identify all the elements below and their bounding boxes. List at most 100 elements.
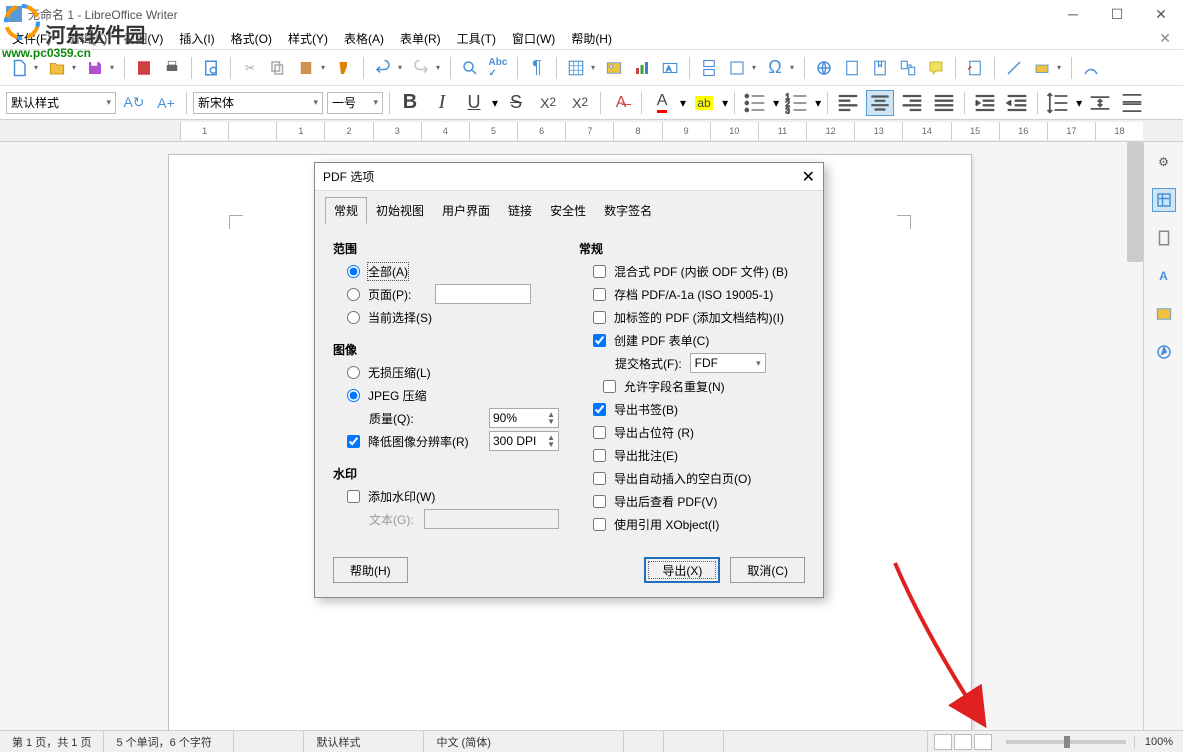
status-page[interactable]: 第 1 页，共 1 页	[0, 731, 104, 752]
range-all-radio[interactable]	[347, 265, 360, 278]
paste-icon[interactable]	[293, 55, 319, 81]
hyperlink-icon[interactable]	[811, 55, 837, 81]
menu-window[interactable]: 窗口(W)	[506, 28, 561, 49]
clear-format-button[interactable]: A̶	[607, 90, 635, 116]
insert-table-icon[interactable]	[563, 55, 589, 81]
range-pages-radio[interactable]	[347, 288, 360, 301]
print-preview-icon[interactable]	[198, 55, 224, 81]
status-words[interactable]: 5 个单词，6 个字符	[104, 731, 234, 752]
menu-insert[interactable]: 插入(I)	[173, 28, 220, 49]
strikethrough-button[interactable]: S	[502, 90, 530, 116]
sidebar-settings-icon[interactable]: ⚙	[1152, 150, 1176, 174]
clone-format-icon[interactable]	[331, 55, 357, 81]
dialog-titlebar[interactable]: PDF 选项 ✕	[315, 163, 823, 191]
tab-signature[interactable]: 数字签名	[595, 197, 661, 224]
close-window-button[interactable]: ✕	[1139, 0, 1183, 28]
status-language[interactable]: 中文 (简体)	[424, 731, 624, 752]
tab-links[interactable]: 链接	[499, 197, 541, 224]
close-icon[interactable]: ✕	[802, 167, 815, 187]
sidebar-page-icon[interactable]	[1152, 226, 1176, 250]
help-button[interactable]: 帮助(H)	[333, 557, 408, 583]
hybrid-checkbox[interactable]	[593, 265, 606, 278]
subscript-button[interactable]: X2	[566, 90, 594, 116]
redo-icon[interactable]	[408, 55, 434, 81]
print-icon[interactable]	[159, 55, 185, 81]
sidebar-styles-icon[interactable]: A	[1152, 264, 1176, 288]
vertical-scrollbar[interactable]	[1127, 142, 1143, 262]
cancel-button[interactable]: 取消(C)	[730, 557, 805, 583]
line-spacing-button[interactable]	[1044, 90, 1072, 116]
comments-checkbox[interactable]	[593, 449, 606, 462]
footnote-icon[interactable]	[839, 55, 865, 81]
range-selection-radio[interactable]	[347, 311, 360, 324]
reduce-res-checkbox[interactable]	[347, 435, 360, 448]
font-size-select[interactable]: 一号▾	[327, 92, 383, 114]
cut-icon[interactable]: ✂	[237, 55, 263, 81]
copy-icon[interactable]	[265, 55, 291, 81]
comment-icon[interactable]	[923, 55, 949, 81]
numbering-button[interactable]: 123	[783, 90, 811, 116]
forms-checkbox[interactable]	[593, 334, 606, 347]
insert-textbox-icon[interactable]: A	[657, 55, 683, 81]
draw-icon[interactable]	[1078, 55, 1104, 81]
formatting-marks-icon[interactable]: ¶	[524, 55, 550, 81]
zoom-slider[interactable]	[1006, 740, 1126, 744]
export-pdf-icon[interactable]	[131, 55, 157, 81]
cross-ref-icon[interactable]	[895, 55, 921, 81]
maximize-button[interactable]: ☐	[1095, 0, 1139, 28]
font-color-button[interactable]: A	[648, 90, 676, 116]
status-selection[interactable]	[664, 731, 724, 752]
horizontal-ruler[interactable]: 1123456789101112131415161718	[0, 120, 1183, 142]
close-document-button[interactable]: ✕	[1153, 28, 1177, 49]
insert-chart-icon[interactable]	[629, 55, 655, 81]
decrease-indent-button[interactable]	[1003, 90, 1031, 116]
align-center-button[interactable]	[866, 90, 894, 116]
dpi-spinner[interactable]: 300 DPI▲▼	[489, 431, 559, 451]
align-justify-button[interactable]	[930, 90, 958, 116]
lossless-radio[interactable]	[347, 366, 360, 379]
update-style-icon[interactable]: A↻	[120, 90, 148, 116]
minimize-button[interactable]: ─	[1051, 0, 1095, 28]
undo-icon[interactable]	[370, 55, 396, 81]
tab-general[interactable]: 常规	[325, 197, 367, 224]
para-spacing-inc-button[interactable]	[1086, 90, 1114, 116]
bullets-button[interactable]	[741, 90, 769, 116]
xobject-checkbox[interactable]	[593, 518, 606, 531]
underline-button[interactable]: U	[460, 90, 488, 116]
bold-button[interactable]: B	[396, 90, 424, 116]
track-changes-icon[interactable]	[962, 55, 988, 81]
status-insert[interactable]	[624, 731, 664, 752]
pages-input[interactable]	[435, 284, 531, 304]
sidebar-properties-icon[interactable]	[1152, 188, 1176, 212]
menu-style[interactable]: 样式(Y)	[282, 28, 334, 49]
view-single-button[interactable]	[934, 734, 952, 750]
submit-format-select[interactable]: FDF▾	[690, 353, 766, 373]
para-spacing-dec-button[interactable]	[1118, 90, 1146, 116]
bookmarks-checkbox[interactable]	[593, 403, 606, 416]
insert-symbol-icon[interactable]: Ω	[762, 55, 788, 81]
menu-forms[interactable]: 表单(R)	[394, 28, 447, 49]
menu-table[interactable]: 表格(A)	[338, 28, 390, 49]
insert-field-icon[interactable]	[724, 55, 750, 81]
page-break-icon[interactable]	[696, 55, 722, 81]
view-book-button[interactable]	[974, 734, 992, 750]
tab-security[interactable]: 安全性	[541, 197, 595, 224]
placeholders-checkbox[interactable]	[593, 426, 606, 439]
menu-tools[interactable]: 工具(T)	[451, 28, 502, 49]
bookmark-icon[interactable]	[867, 55, 893, 81]
superscript-button[interactable]: X2	[534, 90, 562, 116]
menu-view[interactable]: 视图(V)	[117, 28, 169, 49]
quality-spinner[interactable]: 90%▲▼	[489, 408, 559, 428]
line-icon[interactable]	[1001, 55, 1027, 81]
font-name-select[interactable]: 新宋体▾	[193, 92, 323, 114]
menu-format[interactable]: 格式(O)	[225, 28, 278, 49]
tagged-checkbox[interactable]	[593, 311, 606, 324]
tab-ui[interactable]: 用户界面	[433, 197, 499, 224]
align-left-button[interactable]	[834, 90, 862, 116]
tab-initial-view[interactable]: 初始视图	[367, 197, 433, 224]
view-multi-button[interactable]	[954, 734, 972, 750]
view-after-checkbox[interactable]	[593, 495, 606, 508]
spellcheck-icon[interactable]: Abc✓	[485, 55, 511, 81]
menu-file[interactable]: 文件(F)	[6, 28, 57, 49]
menu-help[interactable]: 帮助(H)	[565, 28, 618, 49]
